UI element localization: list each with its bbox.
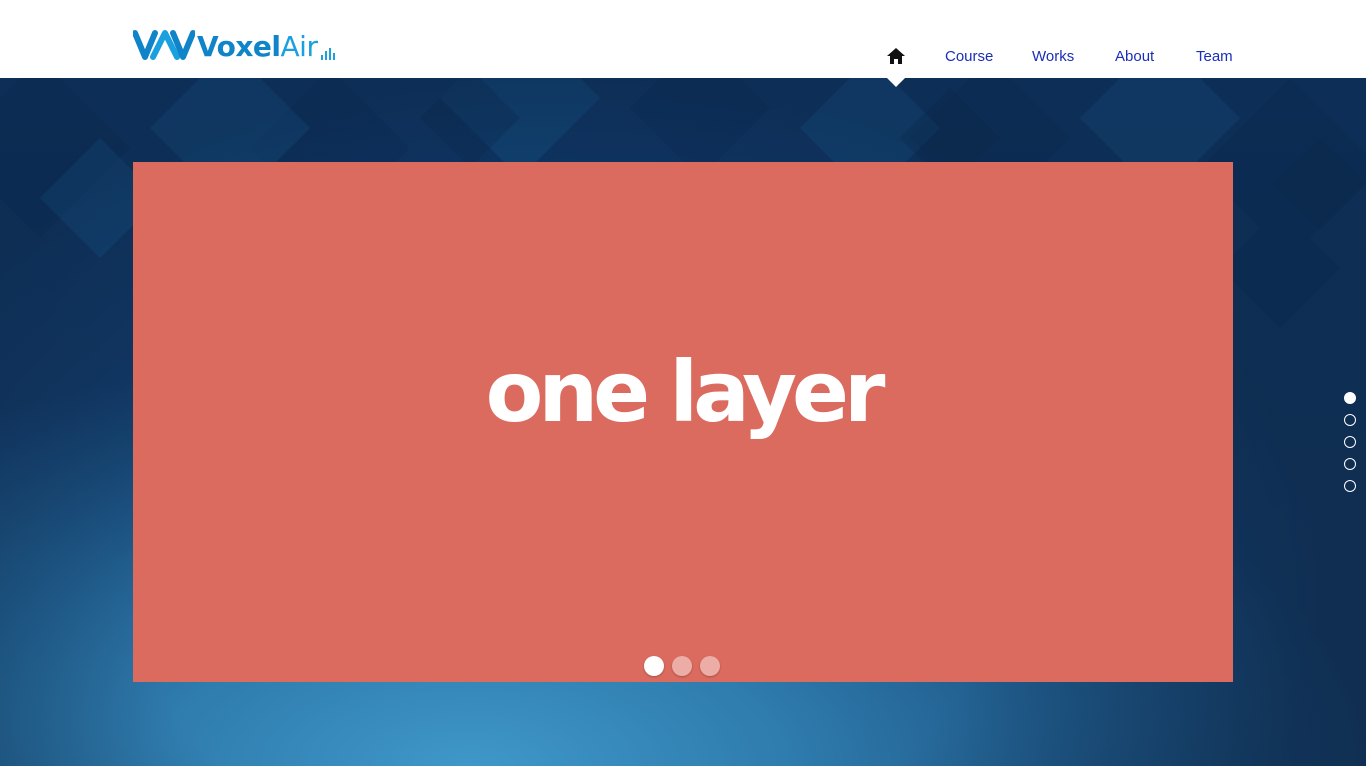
slider-dot-1[interactable]	[644, 656, 664, 676]
section-dot-5[interactable]	[1344, 480, 1356, 492]
slider-dot-2[interactable]	[672, 656, 692, 676]
nav-course-link[interactable]: Course	[945, 48, 993, 65]
slider-pagination	[644, 656, 720, 676]
section-nav-dots	[1344, 392, 1356, 502]
logo-word-light: Air	[280, 30, 318, 63]
equalizer-bars-icon	[321, 48, 336, 60]
site-header: VoxelAir Course Works About Team	[0, 0, 1366, 78]
logo-word-bold: Voxel	[197, 30, 281, 63]
section-dot-4[interactable]	[1344, 458, 1356, 470]
hero-slider[interactable]: one layer	[133, 162, 1233, 682]
home-icon[interactable]	[886, 47, 906, 65]
section-dot-1[interactable]	[1344, 392, 1356, 404]
voxelair-logo-mark-icon	[133, 30, 195, 60]
nav-works-link[interactable]: Works	[1032, 48, 1074, 65]
slide-title: one layer	[485, 343, 886, 441]
nav-about-link[interactable]: About	[1115, 48, 1154, 65]
slider-dot-3[interactable]	[700, 656, 720, 676]
nav-team-link[interactable]: Team	[1196, 48, 1233, 65]
section-dot-3[interactable]	[1344, 436, 1356, 448]
nav-active-pointer	[886, 77, 906, 87]
section-dot-2[interactable]	[1344, 414, 1356, 426]
logo[interactable]: VoxelAir	[133, 26, 337, 62]
logo-wordmark: VoxelAir	[197, 30, 318, 63]
